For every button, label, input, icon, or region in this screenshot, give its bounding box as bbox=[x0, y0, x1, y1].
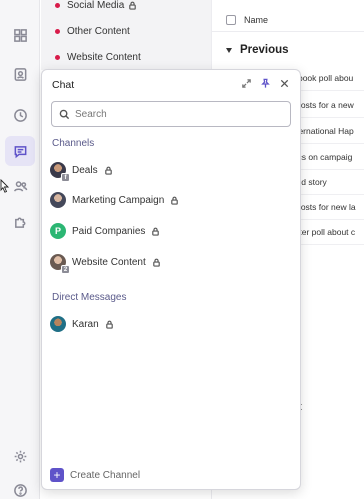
chat-title: Chat bbox=[52, 79, 75, 91]
table-header: Name bbox=[212, 8, 364, 32]
nav-item-website-content[interactable]: Website Content bbox=[55, 52, 141, 63]
status-dot bbox=[55, 3, 60, 8]
close-icon[interactable] bbox=[278, 77, 290, 89]
channel-avatar: f bbox=[50, 162, 70, 182]
badge: f bbox=[61, 173, 70, 182]
nav-item-social-media[interactable]: Social Media bbox=[55, 0, 137, 11]
nav-item-label: Social Media bbox=[67, 0, 125, 11]
collapse-caret-icon[interactable] bbox=[226, 47, 232, 53]
lock-icon bbox=[105, 320, 114, 329]
left-rail bbox=[0, 0, 40, 499]
lock-icon bbox=[151, 227, 160, 236]
search-icon bbox=[59, 109, 70, 119]
channel-name: Deals bbox=[72, 164, 98, 176]
pin-icon[interactable] bbox=[259, 77, 271, 89]
dashboard-icon[interactable] bbox=[10, 25, 30, 45]
plus-icon: + bbox=[50, 468, 64, 482]
chat-actions bbox=[240, 77, 290, 89]
user-avatar bbox=[50, 316, 66, 332]
status-dot bbox=[55, 29, 60, 34]
dm-item-karan[interactable]: Karan bbox=[50, 312, 270, 336]
direct-messages-heading: Direct Messages bbox=[52, 292, 127, 303]
nav-item-other-content[interactable]: Other Content bbox=[55, 26, 130, 37]
channels-heading: Channels bbox=[52, 138, 95, 149]
status-dot bbox=[55, 55, 60, 60]
nav-item-label: Website Content bbox=[67, 52, 141, 63]
users-icon[interactable] bbox=[10, 176, 30, 196]
badge: 2 bbox=[61, 265, 70, 274]
section-previous[interactable]: Previous bbox=[226, 44, 289, 56]
channel-name: Website Content bbox=[72, 256, 146, 268]
search-input[interactable] bbox=[75, 108, 275, 120]
app-root: Social Media Other Content Website Conte… bbox=[0, 0, 364, 499]
channel-avatar: P bbox=[50, 223, 66, 239]
channel-avatar: 2 bbox=[50, 254, 70, 274]
contact-card-icon[interactable] bbox=[10, 64, 30, 84]
create-channel-label: Create Channel bbox=[70, 469, 141, 481]
nav-item-label: Other Content bbox=[67, 26, 130, 37]
puzzle-icon[interactable] bbox=[10, 211, 30, 231]
clock-icon[interactable] bbox=[10, 105, 30, 125]
channel-nav-list: Social Media Other Content Website Conte… bbox=[41, 0, 211, 70]
select-all-checkbox[interactable] bbox=[226, 14, 236, 25]
channel-name: Paid Companies bbox=[72, 225, 146, 237]
lock-icon bbox=[128, 1, 137, 10]
channel-item-deals[interactable]: f Deals bbox=[50, 158, 270, 182]
lock-icon bbox=[152, 258, 161, 267]
chat-nav-icon[interactable] bbox=[5, 136, 35, 166]
channel-item-website-content[interactable]: 2 Website Content bbox=[50, 250, 270, 274]
channel-item-paid-companies[interactable]: P Paid Companies bbox=[50, 219, 270, 243]
help-icon[interactable] bbox=[10, 480, 30, 499]
expand-icon[interactable] bbox=[240, 77, 252, 89]
lock-icon bbox=[170, 196, 179, 205]
channel-avatar bbox=[50, 192, 66, 208]
channel-name: Marketing Campaign bbox=[72, 194, 165, 206]
section-title: Previous bbox=[240, 44, 289, 56]
mouse-cursor-icon bbox=[0, 179, 10, 193]
lock-icon bbox=[104, 166, 113, 175]
dm-name: Karan bbox=[72, 318, 99, 330]
channel-item-marketing-campaign[interactable]: Marketing Campaign bbox=[50, 188, 270, 212]
settings-icon[interactable] bbox=[10, 446, 30, 466]
chat-popup: Chat Channels f Deals Marketing Campaign… bbox=[41, 69, 301, 490]
search-field[interactable] bbox=[51, 101, 291, 127]
column-header-name[interactable]: Name bbox=[244, 15, 268, 25]
create-channel-button[interactable]: + Create Channel bbox=[50, 468, 140, 482]
